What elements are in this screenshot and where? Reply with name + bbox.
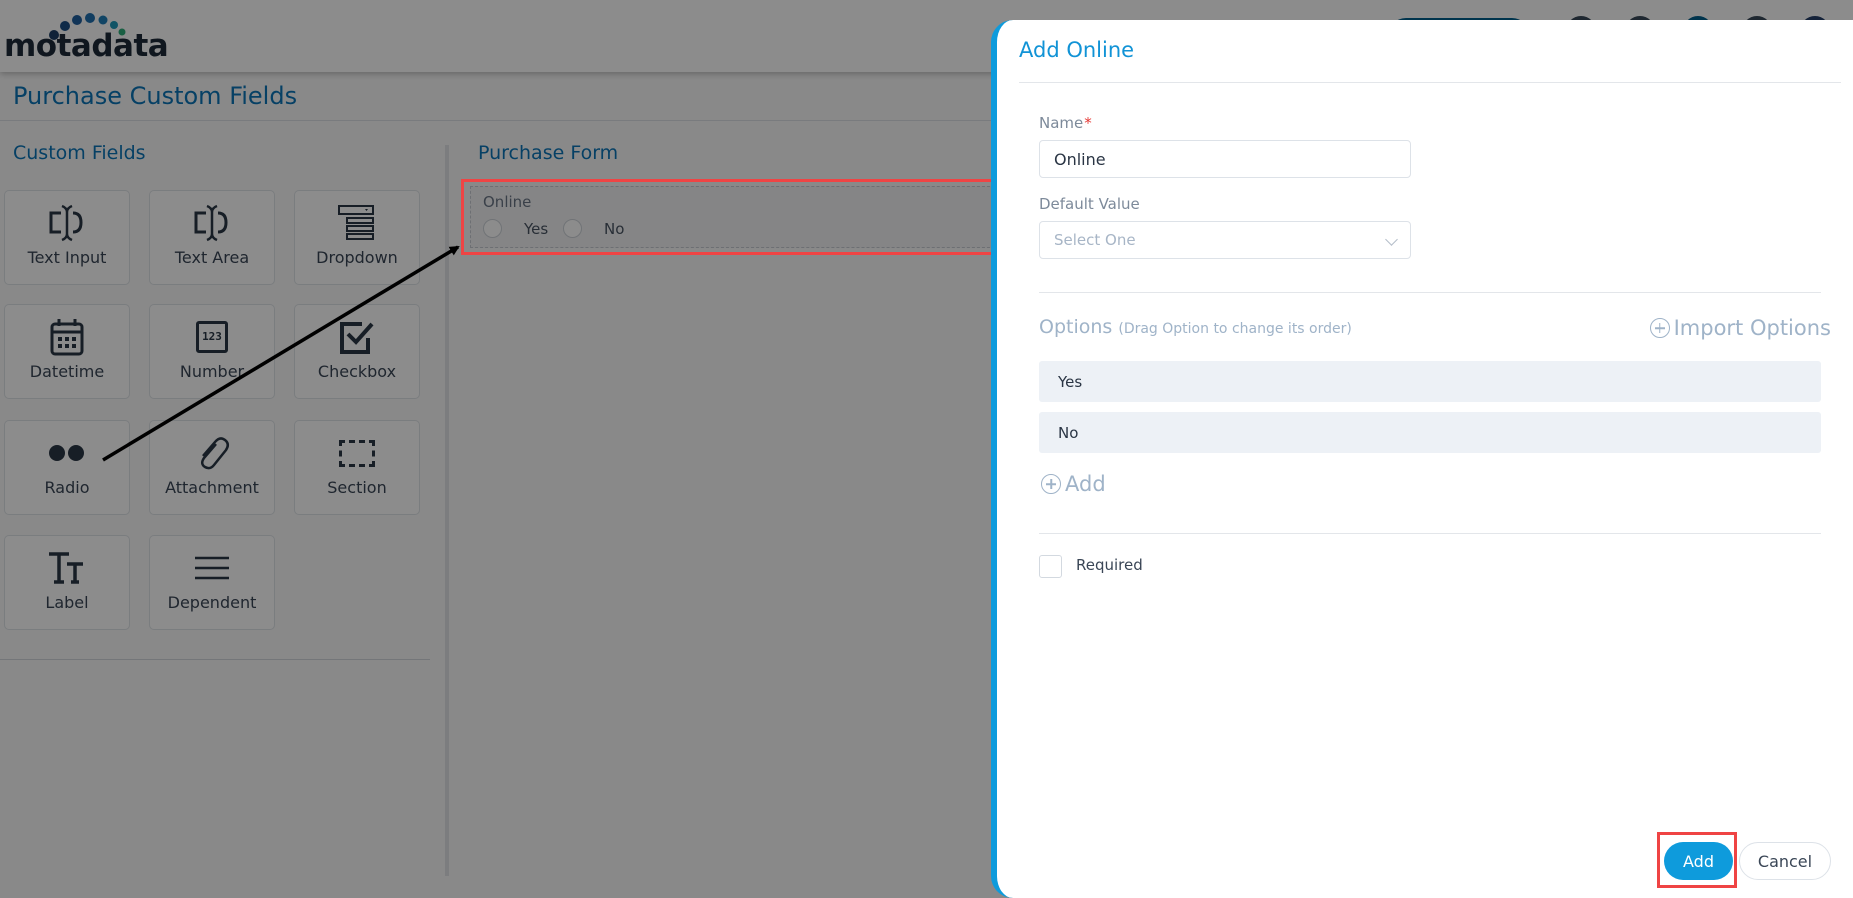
- option-row[interactable]: No: [1039, 412, 1821, 453]
- dialog-title: Add Online: [1019, 38, 1135, 62]
- add-option-button[interactable]: Add: [1041, 472, 1106, 496]
- cancel-button[interactable]: Cancel: [1739, 842, 1831, 880]
- plus-circle-icon: [1041, 474, 1061, 494]
- options-heading: Options (Drag Option to change its order…: [1039, 316, 1352, 338]
- required-checkbox[interactable]: [1039, 555, 1062, 578]
- options-divider: [1039, 292, 1821, 293]
- option-row[interactable]: Yes: [1039, 361, 1821, 402]
- add-button[interactable]: Add: [1664, 842, 1733, 880]
- plus-circle-icon: [1649, 318, 1670, 338]
- dialog-title-divider: [1019, 82, 1841, 83]
- default-value-label: Default Value: [1039, 195, 1140, 213]
- required-divider: [1039, 533, 1821, 534]
- add-field-dialog: Add Online Name* Online Default Value Se…: [991, 20, 1853, 898]
- name-label: Name*: [1039, 114, 1092, 132]
- import-options-button[interactable]: Import Options: [1649, 316, 1831, 340]
- name-input[interactable]: Online: [1039, 140, 1411, 178]
- default-value-select[interactable]: Select One: [1039, 221, 1411, 259]
- chevron-down-icon: [1385, 233, 1398, 246]
- options-hint: (Drag Option to change its order): [1118, 321, 1352, 337]
- select-placeholder: Select One: [1054, 231, 1136, 249]
- required-asterisk: *: [1084, 114, 1092, 132]
- form-field-highlight: [461, 179, 997, 255]
- required-label: Required: [1076, 556, 1143, 574]
